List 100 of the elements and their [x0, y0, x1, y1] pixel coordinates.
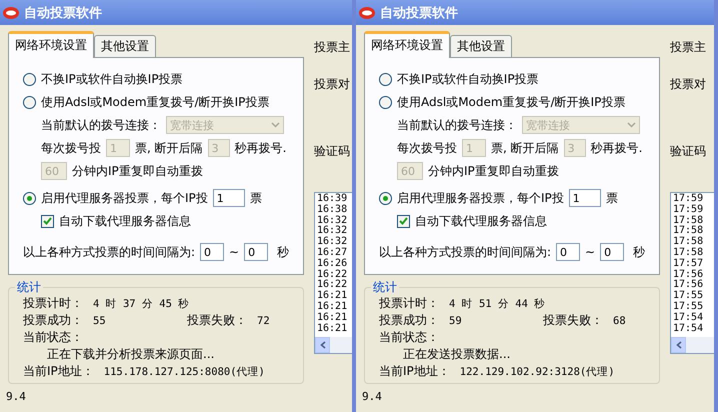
field-label: 秒再拨号.: [234, 140, 286, 156]
version-text: 9.4: [362, 390, 383, 403]
stat-label: 当前状态：: [23, 329, 83, 346]
log-entry: 17:56: [673, 280, 704, 290]
radio-label: 启用代理服务器投票，每个IP投: [41, 190, 208, 206]
field-label: 分钟内IP重复即自动重拨: [428, 162, 559, 180]
field-label: 每次拨号投: [397, 140, 457, 156]
stat-label: 当前IP地址：: [379, 363, 450, 380]
separator-text: ~: [585, 245, 596, 259]
log-entry: 16:21: [317, 291, 348, 302]
tab[interactable]: 其他设置: [450, 35, 512, 57]
radio-button[interactable]: [23, 72, 36, 86]
stat-label: 投票失败：: [187, 312, 247, 329]
stat-value: 55: [93, 314, 107, 326]
field-label: 票, 断开后隔: [491, 140, 559, 156]
log-entry: 16:32: [317, 226, 348, 236]
radio-label: 使用Adsl或Modem重复拨号/断开换IP投票: [41, 94, 270, 110]
side-label: 验证码: [670, 143, 707, 160]
log-entry: 17:55: [673, 302, 704, 312]
input-field[interactable]: 0: [600, 243, 624, 261]
field-label: 秒再拨号.: [590, 140, 642, 156]
log-entry: 17:59: [673, 204, 704, 216]
scroll-left-icon[interactable]: [315, 337, 330, 353]
field-label: 票: [606, 190, 618, 206]
stat-value: 68: [613, 314, 626, 326]
log-entry: 17:58: [673, 248, 704, 258]
checkbox[interactable]: [397, 214, 410, 228]
field-label: 以上各种方式投票的时间间隔为:: [23, 244, 196, 260]
tab[interactable]: 其他设置: [94, 35, 156, 57]
stat-value: 122.129.102.92:3128(代理): [460, 364, 615, 378]
log-entry: 17:56: [673, 270, 704, 280]
log-entry: 16:38: [317, 204, 348, 216]
stat-value: 59: [449, 314, 463, 326]
log-entry: 16:21: [317, 324, 348, 334]
field-label: 分钟内IP重复即自动重拨: [72, 162, 203, 180]
stat-value: 72: [257, 314, 270, 326]
horizontal-scrollbar[interactable]: [315, 337, 352, 353]
log-entry: 16:26: [317, 258, 348, 270]
field-label: 票, 断开后隔: [135, 140, 203, 156]
log-entry: 17:58: [673, 237, 704, 248]
window-title: 自动投票软件: [380, 4, 458, 22]
radio-label: 不换IP或软件自动换IP投票: [41, 70, 183, 88]
radio-button[interactable]: [379, 96, 392, 108]
log-entry: 16:21: [317, 302, 348, 312]
status-text: 正在下载并分析投票来源页面...: [47, 346, 214, 363]
side-label: 投票对: [670, 76, 707, 93]
field-label: 当前默认的拨号连接：: [41, 116, 161, 134]
side-label: 投票主: [314, 39, 351, 56]
separator-text: ~: [229, 245, 240, 259]
side-label: 投票主: [670, 39, 707, 56]
radio-button[interactable]: [23, 192, 36, 204]
log-entry: 17:57: [673, 258, 704, 270]
side-label: 投票对: [314, 76, 351, 93]
field-label: 秒: [277, 244, 290, 260]
checkbox-label: 自动下载代理服务器信息: [59, 212, 191, 230]
status-text: 正在发送投票数据...: [403, 346, 510, 363]
input-field[interactable]: 0: [200, 243, 224, 261]
log-entry: 16:39: [317, 194, 348, 204]
input-field[interactable]: 1: [568, 189, 601, 207]
radio-button[interactable]: [379, 192, 392, 204]
log-entry: 17:54: [673, 312, 704, 324]
field-label: 票: [250, 190, 262, 206]
log-entry: 17:58: [673, 226, 704, 236]
group-title: 统计: [372, 279, 398, 296]
stat-label: 投票计时：: [23, 295, 83, 312]
app-logo-icon: [3, 6, 19, 20]
radio-label: 不换IP或软件自动换IP投票: [397, 70, 539, 88]
log-entry: 16:22: [317, 270, 348, 280]
stat-value: 115.178.127.125:8080(代理): [104, 364, 265, 378]
log-entry: 16:32: [317, 216, 348, 226]
checkmark-icon: [43, 217, 52, 225]
input-field[interactable]: 0: [244, 243, 268, 261]
log-entry: 16:27: [317, 248, 348, 258]
stat-value: 4 时 51 分 44 秒: [449, 296, 546, 310]
log-entry: 16:32: [317, 237, 348, 248]
field-label: 当前默认的拨号连接：: [397, 116, 517, 134]
checkbox-label: 自动下载代理服务器信息: [415, 212, 547, 230]
field-label: 每次拨号投: [41, 140, 101, 156]
checkmark-icon: [399, 217, 408, 225]
side-label: 验证码: [314, 143, 351, 160]
stat-label: 投票计时：: [379, 295, 439, 312]
tab[interactable]: 网络环境设置: [8, 31, 94, 58]
log-entry: 16:22: [317, 280, 348, 290]
radio-button[interactable]: [379, 72, 392, 86]
stat-label: 当前IP地址：: [23, 363, 94, 380]
input-field[interactable]: 1: [212, 189, 245, 207]
radio-button[interactable]: [23, 96, 36, 108]
stat-label: 投票成功：: [23, 312, 83, 329]
tab[interactable]: 网络环境设置: [364, 31, 450, 58]
radio-label: 启用代理服务器投票，每个IP投: [397, 190, 564, 206]
input-field[interactable]: 0: [556, 243, 580, 261]
stat-label: 投票成功：: [379, 312, 439, 329]
app-logo-icon: [359, 6, 375, 20]
log-entry: 17:55: [673, 291, 704, 302]
group-title: 统计: [16, 279, 42, 296]
horizontal-scrollbar[interactable]: [671, 337, 714, 353]
checkbox[interactable]: [41, 214, 54, 228]
scroll-left-icon[interactable]: [671, 337, 686, 353]
stat-label: 当前状态：: [379, 329, 439, 346]
log-entry: 17:54: [673, 324, 704, 334]
